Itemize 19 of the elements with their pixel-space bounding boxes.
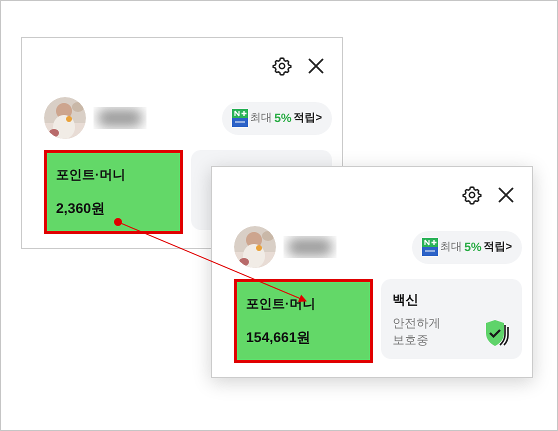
points-label: 포인트·머니 (246, 295, 316, 313)
points-label: 포인트·머니 (56, 166, 126, 184)
close-icon[interactable] (498, 187, 514, 203)
close-icon[interactable] (308, 58, 324, 74)
vaccine-status: 안전하게 (392, 314, 440, 332)
points-card[interactable]: 포인트·머니 154,661원 (234, 279, 372, 363)
points-amount: 154,661원 (246, 328, 312, 347)
settings-icon[interactable] (272, 56, 292, 76)
points-amount: 2,360원 (56, 199, 106, 218)
points-card[interactable]: 포인트·머니 2,360원 (44, 150, 182, 234)
membership-logo-icon (422, 238, 438, 256)
vaccine-title: 백신 (392, 291, 420, 309)
reward-badge[interactable]: 최대 5% 적립> (222, 102, 332, 134)
vaccine-status: 보호중 (392, 332, 430, 348)
membership-logo-icon (232, 109, 248, 127)
settings-icon[interactable] (462, 185, 482, 205)
reward-badge[interactable]: 최대 5% 적립> (412, 230, 522, 264)
shield-icon (484, 318, 510, 348)
vaccine-card[interactable]: 백신 안전하게 보호중 (380, 279, 522, 359)
